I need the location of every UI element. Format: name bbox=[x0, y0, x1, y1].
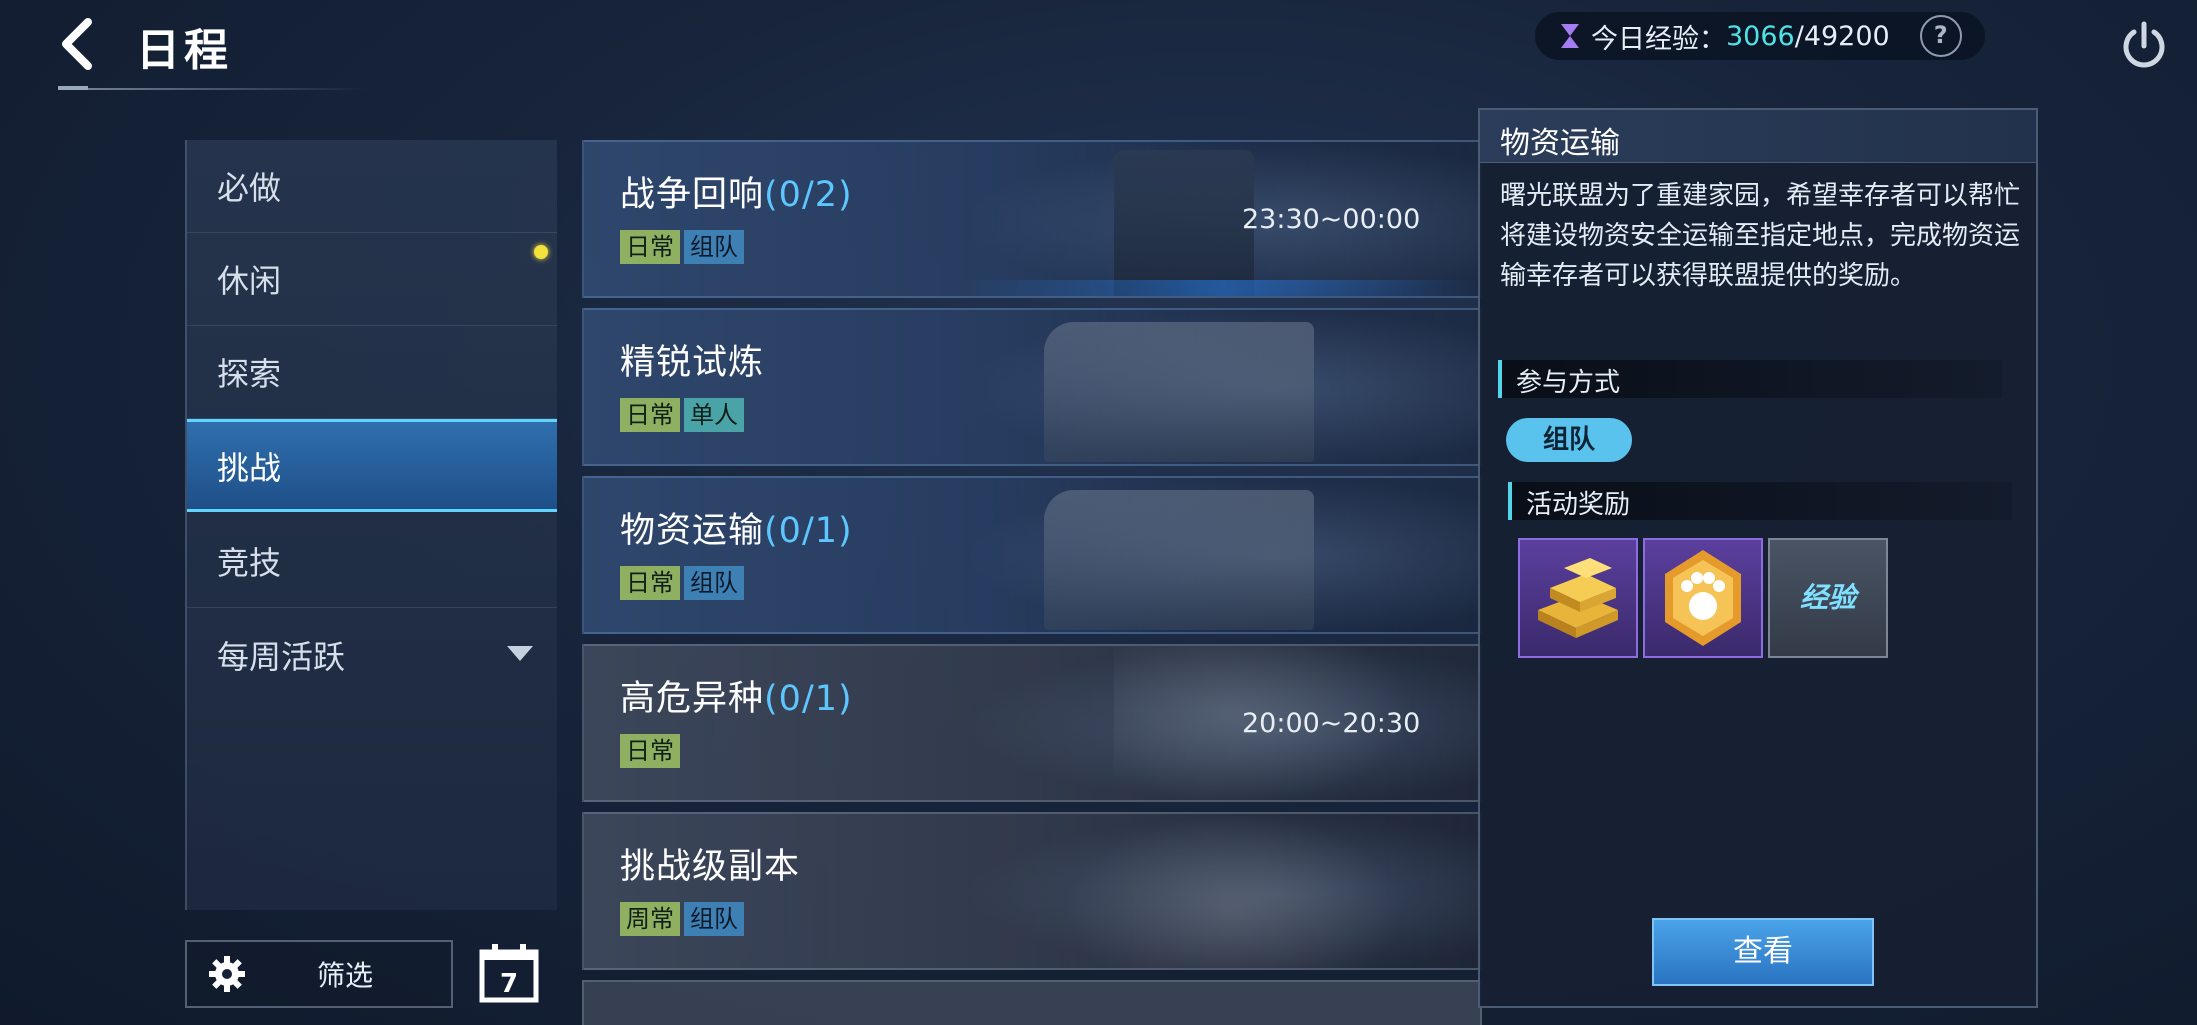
activity-card-war-echo[interactable]: 战争回响(0/2) 23:30~00:00 日常 组队 bbox=[582, 140, 1482, 298]
activity-name: 挑战级副本 bbox=[620, 847, 801, 887]
title-underline bbox=[58, 88, 368, 90]
detail-title: 物资运输 bbox=[1500, 126, 1620, 161]
activity-name: 物资运输 bbox=[620, 511, 765, 551]
tag-daily: 日常 bbox=[620, 734, 680, 768]
mode-team-badge: 组队 bbox=[1506, 418, 1632, 462]
triangle-down-icon bbox=[507, 646, 533, 661]
tag-team: 组队 bbox=[684, 902, 744, 936]
sidebar-item-label: 竞技 bbox=[217, 544, 282, 582]
page-title: 日程 bbox=[136, 25, 232, 76]
activity-name-row: 高危异种(0/1) bbox=[620, 670, 853, 721]
activity-name: 高危异种 bbox=[620, 679, 765, 719]
activity-scene-image bbox=[964, 310, 1480, 464]
sidebar-item-leisure[interactable]: 休闲 bbox=[187, 233, 557, 326]
gear-icon bbox=[209, 956, 245, 992]
filter-label: 筛选 bbox=[317, 959, 374, 992]
filter-button[interactable]: 筛选 bbox=[185, 940, 453, 1008]
category-sidebar: 必做 休闲 探索 挑战 竞技 每周活跃 bbox=[185, 140, 557, 910]
tag-team: 组队 bbox=[684, 230, 744, 264]
sidebar-item-must-do[interactable]: 必做 bbox=[187, 140, 557, 233]
activity-name-row: 战争回响(0/2) bbox=[620, 166, 853, 217]
reward-item-exp[interactable]: 经验 bbox=[1768, 538, 1888, 658]
activity-name-row: 精锐试炼 bbox=[620, 334, 764, 385]
sidebar-item-label: 必做 bbox=[217, 169, 282, 207]
activity-time: 20:00~20:30 bbox=[1242, 708, 1421, 739]
chevron-left-icon bbox=[62, 18, 92, 70]
gold-bars-icon bbox=[1538, 558, 1618, 638]
activity-name-row: 物资运输(0/1) bbox=[620, 502, 853, 553]
tag-solo: 单人 bbox=[684, 398, 744, 432]
exp-icon: 经验 bbox=[1799, 581, 1856, 614]
activity-name-row: 挑战级副本 bbox=[620, 838, 800, 889]
calendar-day: 7 bbox=[500, 969, 518, 999]
daily-exp-display: 今日经验： 3066 / 49200 ? bbox=[1535, 12, 1985, 60]
tag-team: 组队 bbox=[684, 566, 744, 600]
hourglass-icon bbox=[1561, 24, 1579, 48]
reward-item-gold[interactable] bbox=[1518, 538, 1638, 658]
exp-max: 49200 bbox=[1803, 20, 1890, 52]
activity-card-high-risk-mutant[interactable]: 高危异种(0/1) 20:00~20:30 日常 bbox=[582, 644, 1482, 802]
back-button[interactable] bbox=[50, 14, 110, 74]
view-button[interactable]: 查看 bbox=[1652, 918, 1874, 986]
section-rewards: 活动奖励 bbox=[1508, 482, 2012, 520]
activity-progress: (0/2) bbox=[764, 175, 853, 215]
section-participation: 参与方式 bbox=[1498, 360, 2002, 398]
sidebar-item-label: 休闲 bbox=[217, 262, 282, 300]
sidebar-item-competitive[interactable]: 竞技 bbox=[187, 515, 557, 608]
title-underline-marker bbox=[58, 86, 88, 90]
sidebar-item-challenge[interactable]: 挑战 bbox=[187, 419, 557, 512]
paw-badge-icon bbox=[1665, 550, 1741, 646]
sidebar-item-weekly-active[interactable]: 每周活跃 bbox=[187, 608, 557, 701]
activity-time: 23:30~00:00 bbox=[1242, 204, 1421, 235]
activity-scene-image bbox=[964, 814, 1480, 968]
notification-dot bbox=[534, 245, 548, 259]
activity-card-challenge-dungeon[interactable]: 挑战级副本 周常 组队 bbox=[582, 812, 1482, 970]
exp-current: 3066 bbox=[1726, 20, 1795, 52]
activity-name: 战争回响 bbox=[620, 175, 765, 215]
tag-weekly: 周常 bbox=[620, 902, 680, 936]
power-icon bbox=[2123, 21, 2165, 68]
reward-item-paw-badge[interactable] bbox=[1643, 538, 1763, 658]
power-button[interactable] bbox=[2118, 20, 2170, 72]
sidebar-item-label: 每周活跃 bbox=[217, 637, 346, 676]
tag-daily: 日常 bbox=[620, 398, 680, 432]
help-icon[interactable]: ? bbox=[1919, 15, 1962, 57]
sidebar-item-explore[interactable]: 探索 bbox=[187, 326, 557, 419]
section-rewards-title: 活动奖励 bbox=[1526, 490, 1631, 520]
activity-card-elite-trial[interactable]: 精锐试炼 日常 单人 bbox=[582, 308, 1482, 466]
calendar-button[interactable]: 7 bbox=[478, 942, 540, 1004]
activity-progress: (0/1) bbox=[764, 511, 853, 551]
detail-header: 物资运输 bbox=[1480, 110, 2036, 163]
tag-daily: 日常 bbox=[620, 566, 680, 600]
section-participation-title: 参与方式 bbox=[1516, 368, 1621, 398]
activity-card-partial[interactable] bbox=[582, 980, 1482, 1025]
tag-daily: 日常 bbox=[620, 230, 680, 264]
sidebar-item-label: 探索 bbox=[217, 355, 282, 393]
activity-card-supply-transport[interactable]: 物资运输(0/1) 日常 组队 bbox=[582, 476, 1482, 634]
exp-label: 今日经验： bbox=[1591, 23, 1726, 55]
activity-scene-image bbox=[964, 478, 1480, 632]
calendar-icon: 7 bbox=[479, 944, 539, 1003]
sidebar-item-label: 挑战 bbox=[217, 448, 282, 487]
exp-separator: / bbox=[1794, 20, 1804, 52]
activity-progress: (0/1) bbox=[764, 679, 853, 719]
activity-name: 精锐试炼 bbox=[620, 343, 765, 383]
detail-description: 曙光联盟为了重建家园，希望幸存者可以帮忙将建设物资安全运输至指定地点，完成物资运… bbox=[1500, 181, 2021, 291]
